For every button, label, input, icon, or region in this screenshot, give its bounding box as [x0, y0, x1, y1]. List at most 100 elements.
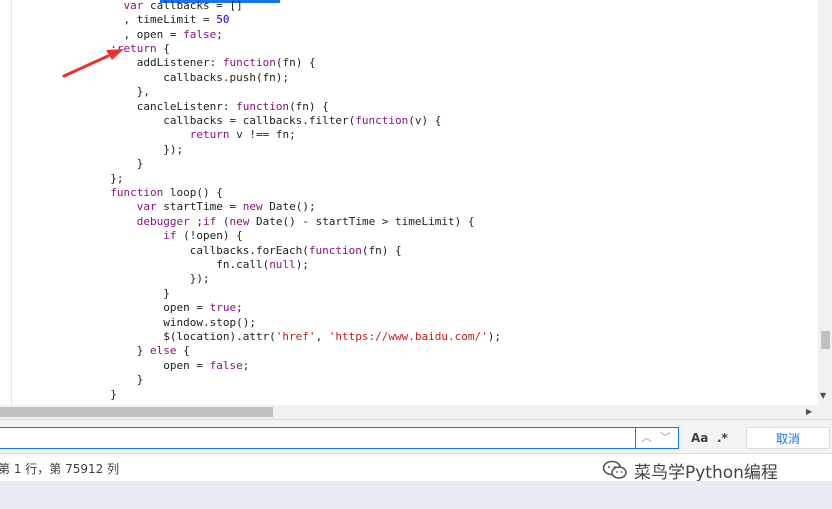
code-token: });: [97, 142, 184, 156]
code-line: fn.call(null);: [97, 258, 309, 272]
code-line: } else {: [97, 344, 190, 358]
code-line: });: [97, 272, 210, 286]
code-token: v !== fn;: [229, 128, 296, 142]
code-line: open = false;: [97, 359, 249, 373]
chevron-down-icon[interactable]: ﹀: [660, 430, 671, 446]
code-token: (fn) {: [361, 243, 402, 257]
code-line: open = true;: [97, 301, 243, 315]
code-line: }: [97, 388, 117, 402]
code-token: debugger: [136, 214, 190, 228]
code-token: false: [209, 358, 243, 372]
code-token: {: [156, 42, 170, 55]
vertical-scroll-thumb[interactable]: [821, 331, 830, 349]
scroll-right-arrow-icon[interactable]: ▶: [806, 406, 812, 418]
code-line: window.stop();: [97, 316, 256, 330]
code-token: var: [136, 200, 157, 214]
code-token: );: [487, 330, 502, 343]
code-token: new: [242, 200, 263, 214]
chevron-up-icon[interactable]: ︿: [641, 430, 652, 446]
code-token: function: [222, 56, 276, 70]
find-bar: ︿ ﹀ Aa .* 取消: [0, 419, 832, 453]
code-line: callbacks = callbacks.filter(function(v)…: [97, 114, 441, 128]
code-token: if: [163, 229, 177, 243]
code-token: callbacks = []: [143, 0, 243, 12]
code-token: open =: [97, 301, 210, 315]
code-token: Date() - startTime > timeLimit) {: [249, 214, 475, 228]
code-token: callbacks = callbacks.filter(: [97, 114, 356, 127]
code-token: 50: [216, 13, 230, 27]
code-token: new: [229, 214, 250, 228]
scrollbar-corner: [818, 405, 832, 419]
code-token: ;: [242, 358, 250, 372]
watermark: 菜鸟学Python编程: [602, 456, 778, 484]
bottom-panel-strip: [0, 481, 832, 509]
code-token: callbacks.forEach(: [97, 243, 309, 257]
code-token: function: [355, 114, 409, 127]
code-token: 'https://www.baidu.com/': [328, 330, 488, 343]
code-token: false: [183, 27, 217, 41]
code-line: }: [97, 287, 170, 301]
code-token: });: [97, 272, 210, 286]
code-token: }: [97, 157, 144, 171]
regex-toggle[interactable]: .*: [717, 431, 728, 445]
code-token: 'href': [275, 330, 316, 343]
code-token: (v) {: [408, 114, 442, 127]
code-line: }: [97, 373, 144, 387]
code-token: null: [269, 258, 296, 271]
arrow-shaft: [62, 54, 110, 78]
code-editor[interactable]: var callbacks = [] , timeLimit = 50 , op…: [0, 0, 818, 405]
code-token: Date();: [262, 200, 316, 214]
code-line: function loop() {: [97, 186, 223, 200]
arrow-head: [106, 49, 124, 60]
watermark-text: 菜鸟学Python编程: [634, 462, 778, 483]
search-nav: ︿ ﹀: [636, 427, 679, 449]
scroll-down-arrow-icon[interactable]: ▼: [820, 391, 826, 401]
code-token: (!open) {: [176, 229, 243, 243]
wechat-icon: [602, 460, 627, 479]
code-token: loop() {: [163, 186, 223, 199]
code-line: });: [97, 143, 183, 157]
code-token: window.stop();: [97, 315, 256, 329]
code-token: }: [97, 344, 150, 358]
code-token: (fn) {: [275, 56, 316, 70]
code-token: if: [202, 214, 217, 228]
horizontal-scroll-thumb[interactable]: [0, 407, 273, 417]
horizontal-scrollbar[interactable]: ▶: [0, 405, 818, 419]
code-token: true: [209, 301, 237, 315]
code-token: cancleListenr:: [97, 99, 237, 113]
code-token: }: [97, 286, 170, 300]
cursor-position: 第 1 行，第 75912 列: [0, 462, 120, 476]
code-line: callbacks.forEach(function(fn) {: [97, 244, 402, 258]
cancel-button[interactable]: 取消: [746, 427, 830, 449]
code-line: var startTime = new Date();: [97, 200, 316, 214]
code-token: function: [236, 99, 290, 113]
code-token: open =: [97, 358, 210, 372]
code-token: $(location).attr(: [97, 330, 276, 343]
code-line: if (!open) {: [97, 229, 243, 243]
code-token: function: [110, 186, 164, 199]
code-line: cancleListenr: function(fn) {: [97, 100, 329, 114]
code-token: ;: [236, 301, 243, 315]
match-case-toggle[interactable]: Aa: [691, 431, 708, 445]
code-token: return: [189, 128, 230, 142]
vertical-scrollbar[interactable]: ▼: [818, 0, 832, 405]
code-token: };: [97, 171, 124, 185]
red-arrow-annotation: [62, 49, 124, 78]
code-token: (fn) {: [289, 99, 329, 113]
code-line: return v !== fn;: [97, 128, 296, 142]
code-token: fn.call(: [97, 258, 270, 271]
code-line: $(location).attr('href', 'https://www.ba…: [97, 330, 501, 344]
code-token: function: [308, 243, 362, 257]
code-token: ;: [216, 27, 223, 41]
code-token: ;: [189, 214, 203, 228]
code-line: debugger ;if (new Date() - startTime > t…: [97, 215, 475, 229]
code-token: }: [97, 387, 117, 401]
code-token: else: [149, 344, 177, 358]
code-token: (: [216, 214, 230, 228]
search-input[interactable]: [0, 427, 636, 449]
